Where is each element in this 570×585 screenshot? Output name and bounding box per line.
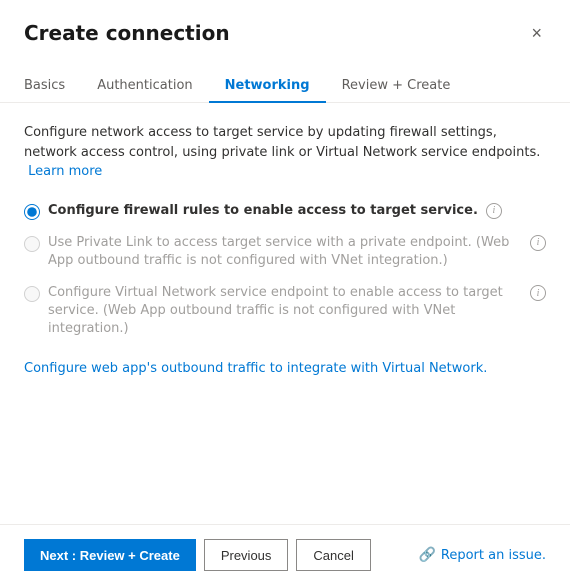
tab-authentication[interactable]: Authentication	[81, 70, 208, 103]
description-text: Configure network access to target servi…	[24, 123, 546, 182]
report-label: Report an issue.	[441, 548, 546, 563]
option-vnet-radio[interactable]	[24, 286, 40, 302]
tab-bar: Basics Authentication Networking Review …	[0, 54, 570, 103]
report-issue-link[interactable]: 🔗 Report an issue.	[418, 547, 546, 563]
dialog-title: Create connection	[24, 21, 230, 45]
tab-networking[interactable]: Networking	[209, 70, 326, 103]
cancel-button[interactable]: Cancel	[296, 539, 370, 571]
option-vnet-info-icon[interactable]: i	[530, 285, 546, 301]
option-firewall-info-icon[interactable]: i	[486, 203, 502, 219]
footer: Next : Review + Create Previous Cancel 🔗…	[0, 524, 570, 585]
option-private-link-label: Use Private Link to access target servic…	[48, 234, 522, 270]
option-private-link-radio[interactable]	[24, 236, 40, 252]
option-firewall-row: Configure firewall rules to enable acces…	[24, 202, 546, 220]
option-firewall-radio[interactable]	[24, 204, 40, 220]
dialog-header: Create connection ×	[0, 0, 570, 46]
next-button[interactable]: Next : Review + Create	[24, 539, 196, 571]
tab-review-create[interactable]: Review + Create	[326, 70, 467, 103]
report-icon: 🔗	[418, 547, 435, 563]
option-firewall-label: Configure firewall rules to enable acces…	[48, 202, 478, 220]
learn-more-link[interactable]: Learn more	[28, 164, 102, 179]
option-vnet-label: Configure Virtual Network service endpoi…	[48, 284, 522, 339]
tab-basics[interactable]: Basics	[24, 70, 81, 103]
previous-button[interactable]: Previous	[204, 539, 289, 571]
outbound-traffic-link[interactable]: Configure web app's outbound traffic to …	[24, 361, 487, 376]
option-private-link-row: Use Private Link to access target servic…	[24, 234, 546, 270]
content-area: Configure network access to target servi…	[0, 103, 570, 524]
close-button[interactable]: ×	[527, 20, 546, 46]
option-vnet-row: Configure Virtual Network service endpoi…	[24, 284, 546, 339]
create-connection-dialog: Create connection × Basics Authenticatio…	[0, 0, 570, 585]
option-private-link-info-icon[interactable]: i	[530, 235, 546, 251]
